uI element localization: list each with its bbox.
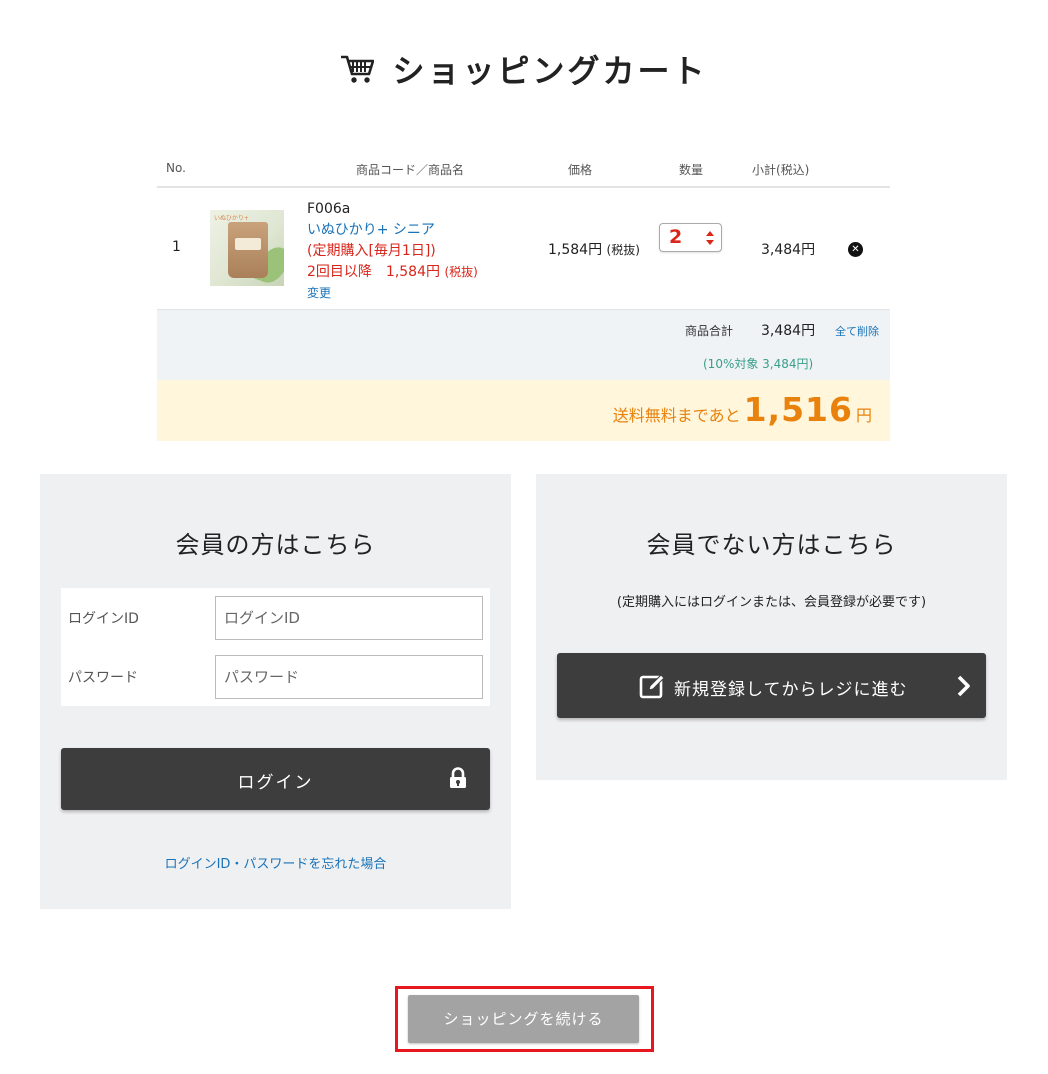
item-number: 1 (172, 239, 181, 255)
item-price-tax: (税抜) (606, 243, 640, 257)
item-price: 1,584円 (税抜) (548, 239, 640, 259)
free-shipping-message: 送料無料まであと1,516 円 (613, 390, 872, 429)
product-image-label (235, 238, 261, 250)
subsequent-price-tax: (税抜) (444, 265, 478, 279)
sort-arrows-icon (706, 231, 714, 245)
page-title: ショッピングカート (0, 46, 1048, 92)
item-subtotal: 3,484円 (761, 242, 816, 258)
col-header-product: 商品コード／商品名 (356, 163, 465, 177)
guest-panel: 会員でない方はこちら (定期購入にはログインまたは、会員登録が必要です) 新規登… (536, 474, 1007, 780)
subsequent-price-value: 2回目以降 1,584円 (307, 264, 440, 280)
edit-icon (639, 674, 665, 699)
continue-shopping-button[interactable]: ショッピングを続ける (408, 995, 639, 1043)
tax-note: (10%対象 3,484円) (703, 357, 814, 371)
login-button-label: ログイン (237, 773, 314, 793)
quantity-select[interactable]: 2 (659, 223, 722, 252)
cart-table-header: No. 商品コード／商品名 価格 数量 小計(税込) (157, 150, 890, 188)
total-value: 3,484円 (761, 323, 816, 339)
col-header-subtotal: 小計(税込) (752, 163, 810, 177)
chevron-right-icon (957, 675, 970, 697)
product-info: F006a いぬひかり+ シニア (定期購入[毎月1日]) 2回目以降 1,58… (307, 199, 478, 304)
password-field[interactable] (215, 655, 483, 699)
free-shipping-lead: 送料無料まであと (612, 406, 741, 425)
quantity-value: 2 (669, 226, 683, 248)
remove-icon[interactable]: ✕ (848, 242, 863, 257)
col-header-price: 価格 (568, 163, 593, 177)
member-login-panel: 会員の方はこちら ログインID パスワード ログイン ログインID・パスワードを… (40, 474, 511, 909)
cart-icon (341, 55, 375, 83)
register-and-checkout-button[interactable]: 新規登録してからレジに進む (557, 653, 986, 718)
password-label: パスワード (68, 670, 138, 686)
change-plan-link[interactable]: 変更 (307, 283, 478, 304)
col-header-no: No. (166, 161, 186, 175)
login-id-field[interactable] (215, 596, 483, 640)
password-row: パスワード (61, 647, 490, 706)
login-id-label: ログインID (68, 611, 139, 627)
product-name-link[interactable]: いぬひかり+ シニア (307, 220, 478, 241)
subsequent-price: 2回目以降 1,584円 (税抜) (307, 262, 478, 283)
member-heading: 会員の方はこちら (175, 531, 376, 559)
guest-note: (定期購入にはログインまたは、会員登録が必要です) (616, 595, 927, 610)
clear-all-link[interactable]: 全て削除 (835, 323, 879, 339)
total-label: 商品合計 (685, 324, 734, 338)
product-image-caption: いぬひかり+ (214, 215, 249, 222)
free-shipping-unit: 円 (855, 406, 872, 425)
lock-icon (450, 767, 466, 788)
cart-item-row: 1 いぬひかり+ F006a いぬひかり+ シニア (定期購入[毎月1日]) 2… (157, 188, 890, 310)
login-id-row: ログインID (61, 588, 490, 647)
forgot-credentials-link[interactable]: ログインID・パスワードを忘れた場合 (40, 853, 511, 872)
guest-heading: 会員でない方はこちら (646, 531, 897, 559)
login-button[interactable]: ログイン (61, 748, 490, 810)
register-button-label: 新規登録してからレジに進む (674, 680, 908, 700)
product-code: F006a (307, 201, 351, 217)
free-shipping-banner: 送料無料まであと1,516 円 (157, 380, 890, 441)
cart-table: No. 商品コード／商品名 価格 数量 小計(税込) 1 いぬひかり+ F006… (157, 150, 890, 441)
product-image-bag (228, 222, 268, 278)
col-header-qty: 数量 (679, 163, 704, 177)
cart-totals: 商品合計 3,484円 全て削除 (10%対象 3,484円) (157, 310, 890, 380)
product-image[interactable]: いぬひかり+ (210, 210, 284, 286)
continue-shopping-highlight: ショッピングを続ける (395, 986, 654, 1052)
item-price-value: 1,584円 (548, 242, 603, 258)
free-shipping-amount: 1,516 (743, 390, 853, 429)
page-title-text: ショッピングカート (392, 52, 708, 90)
login-form: ログインID パスワード (61, 588, 490, 706)
subscription-plan: (定期購入[毎月1日]) (307, 243, 436, 259)
